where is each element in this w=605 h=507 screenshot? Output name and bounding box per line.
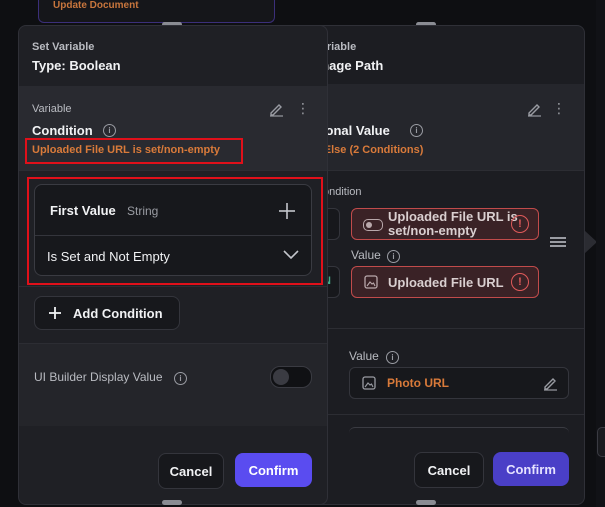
- edit-icon[interactable]: [268, 101, 284, 117]
- more-options-icon[interactable]: ⋮: [296, 100, 310, 116]
- plus-icon[interactable]: [278, 202, 296, 220]
- operator-select[interactable]: Is Set and Not Empty: [35, 236, 311, 275]
- first-value-label: First Value: [50, 203, 116, 218]
- drag-reorder-icon[interactable]: [550, 236, 566, 248]
- add-condition-label: Add Condition: [73, 305, 163, 321]
- display-value-toggle[interactable]: [270, 366, 312, 388]
- back-cancel-button[interactable]: Cancel: [414, 452, 484, 488]
- back-value-label: Value: [351, 248, 381, 262]
- back-condition-chip-line2: set/non-empty: [388, 223, 477, 238]
- condition-card: First Value String Is Set and Not Empty: [34, 184, 312, 276]
- back-value-chip[interactable]: Uploaded File URL !: [351, 266, 539, 298]
- variable-title: Condition: [32, 123, 93, 138]
- back-value2-text: Photo URL: [387, 376, 449, 390]
- drag-handle[interactable]: [416, 500, 436, 505]
- background-action-card[interactable]: Update Document: [38, 0, 275, 23]
- back-condition-chip-line1: Uploaded File URL is: [388, 209, 518, 224]
- error-icon: !: [511, 215, 529, 233]
- info-icon: i: [174, 372, 187, 385]
- toggle-icon: [363, 219, 383, 231]
- more-options-icon[interactable]: ⋮: [552, 100, 566, 116]
- chevron-down-icon: [283, 250, 299, 260]
- edit-icon[interactable]: [542, 375, 558, 391]
- back-variable-subtitle: n/Else (2 Conditions): [314, 144, 424, 156]
- back-value2-field[interactable]: Photo URL: [349, 367, 569, 399]
- back-confirm-button[interactable]: Confirm: [493, 452, 569, 486]
- info-icon: i: [103, 124, 116, 137]
- info-icon: i: [387, 250, 400, 263]
- operator-value: Is Set and Not Empty: [47, 249, 170, 264]
- back-value-chip-text: Uploaded File URL: [388, 275, 504, 290]
- back-partial-row: [349, 427, 569, 436]
- edit-icon[interactable]: [526, 101, 542, 117]
- back-value2-label: Value: [349, 349, 379, 363]
- add-condition-button[interactable]: Add Condition: [34, 296, 180, 330]
- back-panel: Variable Image Path e itional Value i n/…: [300, 25, 585, 505]
- back-condition-label: ondition: [323, 186, 362, 198]
- set-variable-panel: Set Variable Type: Boolean Variable Cond…: [18, 25, 328, 505]
- panel-header-title: Type: Boolean: [32, 58, 121, 73]
- cancel-button[interactable]: Cancel: [158, 453, 224, 489]
- background-card-label: Update Document: [53, 0, 139, 11]
- display-value-label: UI Builder Display Value: [34, 370, 163, 384]
- error-icon: !: [511, 273, 529, 291]
- first-value-type: String: [127, 204, 159, 218]
- panel-header-label: Set Variable: [32, 41, 95, 53]
- plus-icon: [49, 307, 61, 319]
- variable-label: Variable: [32, 103, 72, 115]
- image-icon: [364, 275, 378, 289]
- first-value-row[interactable]: First Value String: [35, 185, 311, 235]
- side-tab[interactable]: [597, 427, 605, 457]
- condition-warning: Uploaded File URL is set/non-empty: [32, 144, 221, 156]
- image-icon: [362, 376, 376, 390]
- confirm-button[interactable]: Confirm: [235, 453, 312, 487]
- info-icon: i: [410, 124, 423, 137]
- drag-handle[interactable]: [162, 500, 182, 505]
- info-icon: i: [386, 351, 399, 364]
- back-condition-chip[interactable]: Uploaded File URL is set/non-empty !: [351, 208, 539, 240]
